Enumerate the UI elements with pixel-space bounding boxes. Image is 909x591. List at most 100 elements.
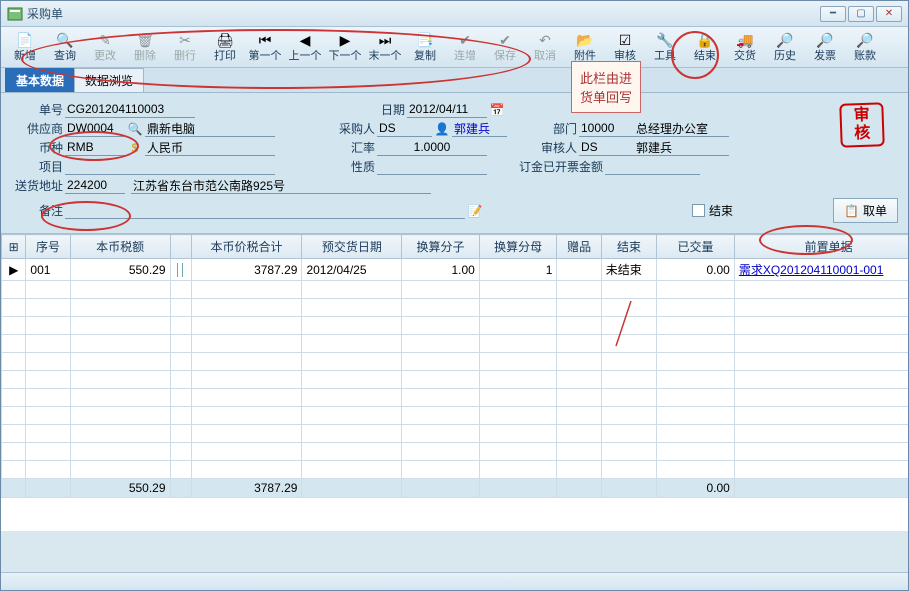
order-no-field[interactable] — [65, 101, 195, 118]
project-label: 项目 — [11, 158, 63, 175]
supplier-code-field[interactable] — [65, 120, 125, 137]
remark-edit-icon[interactable]: 📝 — [467, 203, 483, 219]
predoc-link[interactable]: 需求XQ201204110001-001 — [734, 259, 908, 281]
col-header[interactable]: 已交量 — [657, 235, 735, 259]
toolbar-icon: 🚚 — [725, 31, 765, 49]
supplier-name-field — [145, 120, 275, 137]
col-header[interactable]: 本币价税合计 — [191, 235, 302, 259]
col-header[interactable] — [170, 235, 191, 259]
grid-menu-icon[interactable]: ⊞ — [9, 240, 19, 254]
toolbar-保存: ✔保存 — [485, 29, 525, 65]
col-header[interactable]: 本币税额 — [70, 235, 170, 259]
currency-icon[interactable]: $ — [127, 140, 143, 156]
table-row — [2, 389, 909, 407]
fetch-order-button[interactable]: 📋取单 — [833, 198, 898, 223]
toolbar-结束[interactable]: 🔒结束 — [685, 29, 725, 65]
dept-label: 部门 — [547, 120, 577, 137]
buyer-label: 采购人 — [335, 120, 375, 137]
col-header[interactable]: 换算分子 — [402, 235, 480, 259]
currency-code-field[interactable] — [65, 139, 125, 156]
buyer-name-field[interactable] — [452, 120, 507, 137]
end-label: 结束 — [709, 202, 733, 219]
toolbar-icon: ✂ — [165, 31, 205, 49]
toolbar-icon: ✔ — [445, 31, 485, 49]
date-field[interactable] — [407, 101, 487, 118]
toolbar-icon: 🔍 — [45, 31, 85, 49]
close-button[interactable]: ✕ — [876, 6, 902, 22]
toolbar-icon: 🔎 — [845, 31, 885, 49]
toolbar-icon: 🔎 — [805, 31, 845, 49]
toolbar-历史[interactable]: 🔎历史 — [765, 29, 805, 65]
end-checkbox[interactable] — [692, 204, 705, 217]
grid[interactable]: ⊞序号本币税额本币价税合计预交货日期换算分子换算分母赠品结束已交量前置单据底稿 … — [1, 233, 908, 531]
app-window: 采购单 ━ ▢ ✕ 📄新增🔍查询✎更改🗑删除✂删行🖨打印⏮第一个◀上一个▶下一个… — [0, 0, 909, 591]
toolbar-复制[interactable]: 📑复制 — [405, 29, 445, 65]
toolbar-发票[interactable]: 🔎发票 — [805, 29, 845, 65]
toolbar-打印[interactable]: 🖨打印 — [205, 29, 245, 65]
remark-label: 备注 — [11, 202, 63, 219]
toolbar-icon: 🔒 — [685, 31, 725, 49]
col-header[interactable]: 前置单据 — [734, 235, 908, 259]
toolbar-连增: ✔连增 — [445, 29, 485, 65]
ship-code-field[interactable] — [65, 177, 125, 194]
col-header[interactable]: 结束 — [601, 235, 656, 259]
toolbar-icon: ⏮ — [245, 31, 285, 49]
toolbar-附件[interactable]: 📂附件 — [565, 29, 605, 65]
toolbar-交货[interactable]: 🚚交货 — [725, 29, 765, 65]
toolbar-工具[interactable]: 🔧工具 — [645, 29, 685, 65]
col-header[interactable]: 预交货日期 — [302, 235, 402, 259]
toolbar-icon: 📂 — [565, 31, 605, 49]
table-row — [2, 281, 909, 299]
nature-field[interactable] — [377, 158, 487, 175]
dept-code-field[interactable] — [579, 120, 634, 137]
rate-field[interactable] — [377, 139, 487, 156]
deposit-field[interactable] — [605, 158, 700, 175]
ship-label: 送货地址 — [11, 177, 63, 194]
table-row — [2, 317, 909, 335]
toolbar-icon: 📄 — [5, 31, 45, 49]
rate-label: 汇率 — [335, 139, 375, 156]
toolbar-上一个[interactable]: ◀上一个 — [285, 29, 325, 65]
toolbar-icon: 🔎 — [765, 31, 805, 49]
maximize-button[interactable]: ▢ — [848, 6, 874, 22]
table-row — [2, 407, 909, 425]
order-no-label: 单号 — [11, 101, 63, 118]
col-header[interactable]: ⊞ — [2, 235, 26, 259]
table-row — [2, 353, 909, 371]
supplier-label: 供应商 — [11, 120, 63, 137]
tab-basic[interactable]: 基本数据 — [5, 68, 75, 92]
ship-addr-field[interactable] — [131, 177, 431, 194]
toolbar-icon: ⏭ — [365, 31, 405, 49]
row-marker: ▶ — [2, 259, 26, 281]
toolbar-icon: ▶ — [325, 31, 365, 49]
supplier-lookup-icon[interactable]: 🔍 — [127, 121, 143, 137]
buyer-code-field[interactable] — [377, 120, 432, 137]
tab-browse[interactable]: 数据浏览 — [74, 68, 144, 92]
buyer-lookup-icon[interactable]: 👤 — [434, 121, 450, 137]
approval-stamp: 审 核 — [839, 102, 885, 148]
toolbar-取消: ↶取消 — [525, 29, 565, 65]
toolbar-审核[interactable]: ☑审核 — [605, 29, 645, 65]
minimize-button[interactable]: ━ — [820, 6, 846, 22]
toolbar-末一个[interactable]: ⏭末一个 — [365, 29, 405, 65]
toolbar-下一个[interactable]: ▶下一个 — [325, 29, 365, 65]
remark-field[interactable] — [65, 202, 465, 219]
toolbar-icon: ◀ — [285, 31, 325, 49]
calendar-icon[interactable]: 📅 — [489, 102, 505, 118]
toolbar-账款[interactable]: 🔎账款 — [845, 29, 885, 65]
table-row — [2, 461, 909, 479]
project-field[interactable] — [65, 158, 275, 175]
col-header[interactable]: 序号 — [26, 235, 70, 259]
toolbar-icon: ✔ — [485, 31, 525, 49]
col-header[interactable]: 换算分母 — [479, 235, 557, 259]
toolbar-查询[interactable]: 🔍查询 — [45, 29, 85, 65]
toolbar-新增[interactable]: 📄新增 — [5, 29, 45, 65]
toolbar-icon: 🗑 — [125, 31, 165, 49]
col-header[interactable]: 赠品 — [557, 235, 601, 259]
toolbar-第一个[interactable]: ⏮第一个 — [245, 29, 285, 65]
table-row[interactable]: ▶001550.293787.292012/04/251.001未结束0.00需… — [2, 259, 909, 281]
toolbar-icon: 📑 — [405, 31, 445, 49]
statusbar — [1, 572, 908, 590]
toolbar: 📄新增🔍查询✎更改🗑删除✂删行🖨打印⏮第一个◀上一个▶下一个⏭末一个📑复制✔连增… — [1, 27, 908, 68]
deposit-label: 订金已开票金额 — [503, 158, 603, 175]
